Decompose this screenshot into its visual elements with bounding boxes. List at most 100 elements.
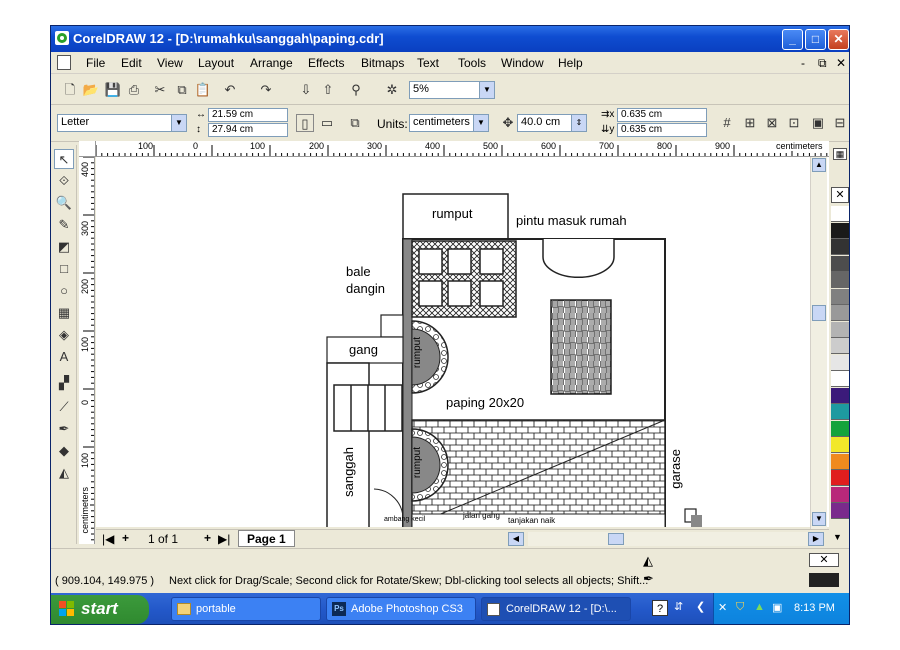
network-icon[interactable]: ⇵ bbox=[674, 600, 683, 613]
add-page-before-icon[interactable]: + bbox=[122, 531, 129, 545]
color-swatch[interactable] bbox=[831, 321, 849, 338]
speaker-icon[interactable]: ✕ bbox=[718, 601, 727, 614]
color-swatch[interactable] bbox=[831, 387, 849, 404]
color-swatch[interactable] bbox=[831, 239, 849, 255]
treat-as-filled-icon[interactable]: ▣ bbox=[809, 114, 827, 132]
options-icon[interactable]: ⊟ bbox=[831, 114, 849, 132]
first-page-icon[interactable]: |◀ bbox=[102, 532, 114, 546]
new-icon[interactable]: 🗋 bbox=[61, 81, 79, 99]
menu-text[interactable]: Text bbox=[417, 56, 439, 70]
task-portable[interactable]: portable bbox=[171, 597, 321, 621]
options-icon[interactable]: ✲ bbox=[383, 81, 401, 99]
menu-help[interactable]: Help bbox=[558, 56, 583, 70]
horizontal-scrollbar[interactable] bbox=[528, 532, 808, 546]
polygon-tool-icon[interactable]: ▦ bbox=[54, 303, 74, 323]
palette-scroll-down-icon[interactable]: ▼ bbox=[833, 532, 842, 542]
view-manager-icon[interactable]: ▦ bbox=[833, 148, 847, 160]
menu-edit[interactable]: Edit bbox=[121, 56, 142, 70]
basic-shapes-tool-icon[interactable]: ◈ bbox=[54, 325, 74, 345]
open-icon[interactable]: 📂 bbox=[82, 81, 100, 99]
vertical-scrollbar[interactable]: ▲ ▼ bbox=[810, 157, 827, 529]
task-photoshop[interactable]: Ps Adobe Photoshop CS3 bbox=[326, 597, 476, 621]
pick-tool-icon[interactable]: ↖ bbox=[54, 149, 74, 169]
color-swatch[interactable] bbox=[831, 255, 849, 272]
color-swatch[interactable] bbox=[831, 437, 849, 453]
help-icon[interactable]: ? bbox=[652, 600, 668, 616]
last-page-icon[interactable]: ▶| bbox=[218, 532, 230, 546]
text-tool-icon[interactable]: A bbox=[54, 347, 74, 367]
color-swatch[interactable] bbox=[831, 486, 849, 503]
drawing-canvas[interactable]: rumput pintu masuk rumah bale dangin gan… bbox=[96, 157, 829, 527]
page-tab-1[interactable]: Page 1 bbox=[238, 530, 295, 547]
color-swatch[interactable] bbox=[831, 404, 849, 420]
import-icon[interactable]: ⇩ bbox=[297, 81, 315, 99]
export-icon[interactable]: ⇧ bbox=[319, 81, 337, 99]
smart-fill-tool-icon[interactable]: ◩ bbox=[54, 237, 74, 257]
paste-icon[interactable]: 📋 bbox=[194, 81, 212, 99]
snap-grid-icon[interactable]: # bbox=[718, 114, 736, 132]
dynamic-guides-icon[interactable]: ⊡ bbox=[785, 114, 803, 132]
page-height-input[interactable]: 27.94 cm bbox=[208, 123, 288, 137]
menu-arrange[interactable]: Arrange bbox=[250, 56, 293, 70]
scroll-up-icon[interactable]: ▲ bbox=[812, 158, 826, 172]
menu-tools[interactable]: Tools bbox=[458, 56, 486, 70]
warning-icon[interactable]: ▲ bbox=[754, 601, 765, 613]
vertical-ruler[interactable]: 400 300 200 100 0 100 centimeters bbox=[79, 157, 95, 544]
paper-type-select[interactable]: Letter ▼ bbox=[57, 114, 187, 132]
color-swatch[interactable] bbox=[831, 503, 849, 519]
task-coreldraw[interactable]: CorelDRAW 12 - [D:\... bbox=[481, 597, 631, 621]
ruler-origin[interactable] bbox=[79, 141, 96, 157]
cut-icon[interactable]: ✂ bbox=[151, 81, 169, 99]
print-icon[interactable]: ⎙ bbox=[125, 81, 143, 99]
color-swatch[interactable] bbox=[831, 222, 849, 239]
scroll-down-icon[interactable]: ▼ bbox=[812, 512, 826, 526]
color-swatch[interactable] bbox=[831, 453, 849, 470]
landscape-icon[interactable]: ▭ bbox=[318, 114, 336, 132]
color-swatch[interactable] bbox=[831, 354, 849, 371]
color-swatch[interactable] bbox=[831, 470, 849, 486]
paving-sample[interactable] bbox=[550, 299, 612, 395]
scroll-thumb[interactable] bbox=[812, 305, 826, 321]
shape-tool-icon[interactable]: ⟐ bbox=[54, 171, 74, 191]
outline-color-indicator[interactable] bbox=[809, 573, 839, 587]
redo-icon[interactable]: ↷ bbox=[257, 81, 275, 99]
close-button[interactable]: ✕ bbox=[828, 29, 849, 50]
h-scroll-thumb[interactable] bbox=[608, 533, 624, 545]
doc-restore-button[interactable]: ⧉ bbox=[818, 56, 827, 71]
freehand-tool-icon[interactable]: ✎ bbox=[54, 215, 74, 235]
rectangle-tool-icon[interactable]: □ bbox=[54, 259, 74, 279]
snap-guidelines-icon[interactable]: ⊞ bbox=[741, 114, 759, 132]
ellipse-tool-icon[interactable]: ○ bbox=[54, 281, 74, 301]
horizontal-ruler[interactable]: 100 0 100 200 300 400 500 600 700 800 90… bbox=[96, 141, 829, 157]
entrance-door[interactable] bbox=[542, 239, 615, 278]
color-swatch[interactable] bbox=[831, 305, 849, 321]
nudge-distance-input[interactable]: 40.0 cm ⇕ bbox=[517, 114, 587, 132]
interactive-fill-tool-icon[interactable]: ◭ bbox=[54, 463, 74, 483]
portrait-icon[interactable]: ▯ bbox=[296, 114, 314, 132]
undo-icon[interactable]: ↶ bbox=[221, 81, 239, 99]
color-swatch[interactable] bbox=[831, 371, 849, 387]
zoom-levels-select[interactable]: 5% ▼ bbox=[409, 81, 495, 99]
units-select[interactable]: centimeters ▼ bbox=[409, 114, 489, 132]
zoom-tool-icon[interactable]: 🔍 bbox=[54, 193, 74, 213]
doc-minimize-button[interactable]: - bbox=[801, 56, 805, 70]
page-width-input[interactable]: 21.59 cm bbox=[208, 108, 288, 122]
eyedropper-tool-icon[interactable]: ⟋ bbox=[54, 397, 74, 417]
shield-icon[interactable]: ⛉ bbox=[736, 601, 744, 614]
scroll-right-icon[interactable]: ▶ bbox=[808, 532, 824, 546]
doc-close-button[interactable]: ✕ bbox=[836, 56, 846, 70]
copy-icon[interactable]: ⧉ bbox=[173, 81, 191, 99]
show-hidden-icon[interactable]: ❮ bbox=[696, 600, 705, 613]
color-swatch[interactable] bbox=[831, 288, 849, 305]
color-swatch[interactable] bbox=[831, 206, 849, 222]
launcher-icon[interactable]: ⚲ bbox=[347, 81, 365, 99]
menu-file[interactable]: File bbox=[86, 56, 105, 70]
restore-button[interactable]: □ bbox=[805, 29, 826, 50]
fill-none-indicator[interactable]: ✕ bbox=[809, 553, 839, 567]
menu-view[interactable]: View bbox=[157, 56, 183, 70]
color-swatch[interactable] bbox=[831, 420, 849, 437]
interactive-blend-tool-icon[interactable]: ▞ bbox=[54, 373, 74, 393]
scroll-left-icon[interactable]: ◀ bbox=[508, 532, 524, 546]
start-button[interactable]: start bbox=[51, 595, 149, 624]
color-swatch[interactable] bbox=[831, 338, 849, 354]
